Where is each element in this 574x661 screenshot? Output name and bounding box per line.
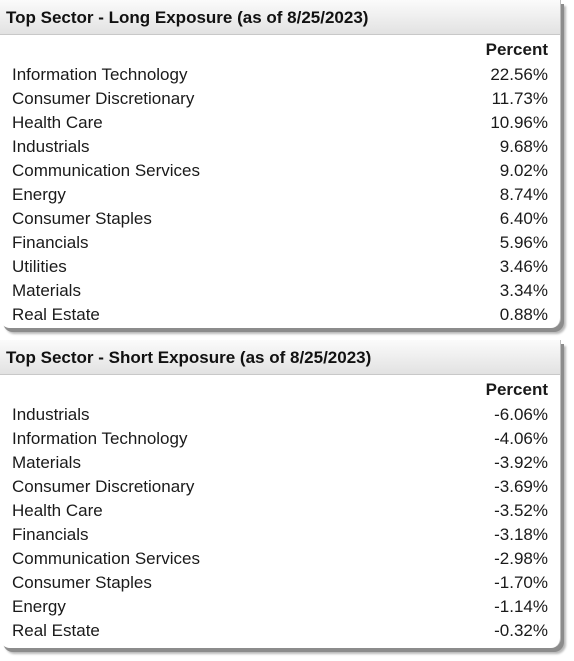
sector-name: Consumer Discretionary <box>12 89 195 108</box>
short-exposure-rows: Industrials -6.06% Information Technology -… <box>6 403 554 643</box>
table-row: Materials 3.34% <box>6 279 554 303</box>
sector-percent: -2.98% <box>494 549 548 568</box>
sector-name: Consumer Discretionary <box>12 477 195 496</box>
short-exposure-table: Percent Industrials -6.06% Information Tec… <box>6 375 554 643</box>
table-header-row: Percent <box>6 375 554 403</box>
sector-name: Information Technology <box>12 429 188 448</box>
sector-name: Financials <box>12 525 89 544</box>
sector-name: Real Estate <box>12 305 100 324</box>
sector-column-header <box>6 375 405 403</box>
table-row: Real Estate 0.88% <box>6 303 554 327</box>
table-row: Financials 5.96% <box>6 231 554 255</box>
table-row: Utilities 3.46% <box>6 255 554 279</box>
sector-name: Health Care <box>12 113 103 132</box>
table-row: Information Technology 22.56% <box>6 63 554 87</box>
table-row: Health Care -3.52% <box>6 499 554 523</box>
sector-name: Energy <box>12 597 66 616</box>
sector-percent: 9.02% <box>499 161 548 180</box>
sector-percent: -3.52% <box>494 501 548 520</box>
sector-percent: 6.40% <box>499 209 548 228</box>
sector-percent: -6.06% <box>494 405 548 424</box>
table-row: Communication Services -2.98% <box>6 547 554 571</box>
table-row: Information Technology -4.06% <box>6 427 554 451</box>
percent-column-header: Percent <box>485 40 548 59</box>
sector-percent: -4.06% <box>494 429 548 448</box>
sector-percent: -3.92% <box>494 453 548 472</box>
table-row: Energy -1.14% <box>6 595 554 619</box>
table-header-row: Percent <box>6 35 554 63</box>
sector-percent: 11.73% <box>491 89 548 108</box>
long-exposure-panel: Top Sector - Long Exposure (as of 8/25/2… <box>0 0 561 328</box>
table-row: Consumer Discretionary 11.73% <box>6 87 554 111</box>
sector-percent: 8.74% <box>499 185 548 204</box>
short-exposure-panel: Top Sector - Short Exposure (as of 8/25/… <box>0 340 561 648</box>
long-exposure-title: Top Sector - Long Exposure (as of 8/25/2… <box>0 0 560 35</box>
table-row: Consumer Staples 6.40% <box>6 207 554 231</box>
long-exposure-rows: Information Technology 22.56% Consumer Dis… <box>6 63 554 327</box>
table-row: Energy 8.74% <box>6 183 554 207</box>
table-row: Industrials -6.06% <box>6 403 554 427</box>
sector-name: Communication Services <box>12 161 201 180</box>
sector-percent: 0.88% <box>499 305 548 324</box>
short-exposure-title: Top Sector - Short Exposure (as of 8/25/… <box>0 340 560 375</box>
table-row: Materials -3.92% <box>6 451 554 475</box>
sector-name: Materials <box>12 453 81 472</box>
table-row: Consumer Discretionary -3.69% <box>6 475 554 499</box>
sector-name: Consumer Staples <box>12 209 152 228</box>
sector-name: Energy <box>12 185 66 204</box>
sector-percent: 10.96% <box>490 113 548 132</box>
sector-name: Utilities <box>12 257 67 276</box>
table-row: Financials -3.18% <box>6 523 554 547</box>
sector-name: Industrials <box>12 137 90 156</box>
sector-percent: -1.70% <box>494 573 548 592</box>
sector-percent: 3.34% <box>499 281 548 300</box>
sector-name: Real Estate <box>12 621 100 640</box>
table-row: Real Estate -0.32% <box>6 619 554 643</box>
sector-name: Industrials <box>12 405 90 424</box>
table-row: Health Care 10.96% <box>6 111 554 135</box>
table-row: Consumer Staples -1.70% <box>6 571 554 595</box>
table-row: Industrials 9.68% <box>6 135 554 159</box>
table-row: Communication Services 9.02% <box>6 159 554 183</box>
sector-percent: -3.69% <box>494 477 548 496</box>
sector-name: Materials <box>12 281 81 300</box>
percent-column-header: Percent <box>485 380 548 399</box>
sector-percent: -1.14% <box>494 597 548 616</box>
sector-percent: -3.18% <box>494 525 548 544</box>
sector-percent: 22.56% <box>490 65 548 84</box>
sector-percent: -0.32% <box>494 621 548 640</box>
sector-name: Information Technology <box>12 65 188 84</box>
sector-column-header <box>6 35 405 63</box>
sector-percent: 9.68% <box>499 137 548 156</box>
sector-name: Financials <box>12 233 89 252</box>
sector-name: Communication Services <box>12 549 201 568</box>
sector-percent: 5.96% <box>499 233 548 252</box>
long-exposure-table: Percent Information Technology 22.56% Cons… <box>6 35 554 327</box>
sector-name: Consumer Staples <box>12 573 152 592</box>
sector-name: Health Care <box>12 501 103 520</box>
sector-percent: 3.46% <box>499 257 548 276</box>
